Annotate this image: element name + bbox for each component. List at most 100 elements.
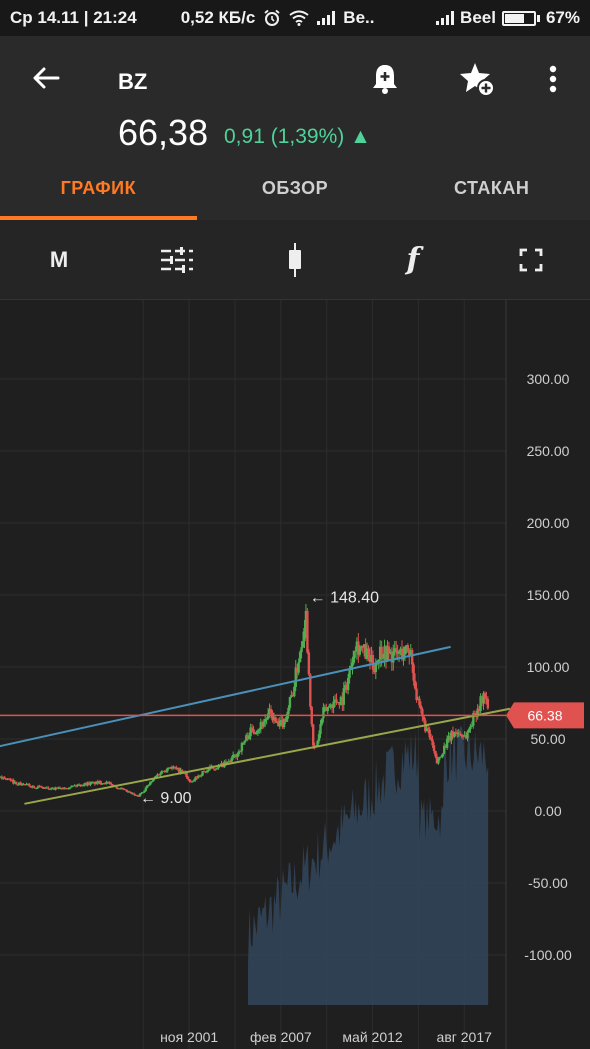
candle-body bbox=[441, 753, 444, 757]
min-price-label: ← 9.00 bbox=[140, 790, 192, 807]
status-carrier-1: Be.. bbox=[343, 8, 375, 27]
candle-body bbox=[358, 648, 361, 655]
candle-body bbox=[440, 756, 443, 758]
status-net-speed: 0,52 КБ/с bbox=[180, 8, 256, 27]
candle-body bbox=[255, 732, 258, 735]
candle-body bbox=[121, 788, 124, 790]
candle-body bbox=[215, 768, 219, 770]
status-time: 21:24 bbox=[93, 8, 137, 27]
candle-body bbox=[445, 738, 449, 748]
candle-body bbox=[173, 766, 177, 768]
status-right: Beel 67% bbox=[436, 8, 580, 28]
candle-body bbox=[300, 647, 303, 653]
candle-body bbox=[431, 739, 434, 746]
candle-body bbox=[320, 718, 324, 725]
candle-body bbox=[205, 770, 209, 773]
chart-type-button[interactable] bbox=[236, 220, 354, 299]
candle-body bbox=[185, 772, 188, 778]
candle-body bbox=[243, 740, 247, 743]
candle-body bbox=[418, 698, 421, 706]
candle-body bbox=[269, 709, 273, 713]
candle-body bbox=[262, 722, 265, 727]
add-favorite-star-icon[interactable] bbox=[458, 60, 496, 98]
candle-body bbox=[256, 730, 260, 733]
candle-body bbox=[236, 753, 239, 758]
back-arrow-icon[interactable] bbox=[28, 60, 64, 96]
candle-body bbox=[293, 686, 296, 697]
candle-body bbox=[274, 716, 277, 722]
candle-body bbox=[266, 713, 270, 719]
candle-body bbox=[15, 781, 18, 785]
candle-body bbox=[422, 716, 426, 721]
candle-body bbox=[429, 737, 433, 740]
status-left: Ср 14.11 | 21:24 bbox=[10, 8, 137, 27]
y-tick-label: -50.00 bbox=[528, 875, 568, 891]
indicators-button[interactable]: f bbox=[354, 220, 472, 299]
battery-icon bbox=[501, 10, 540, 26]
volume-area bbox=[248, 725, 489, 1005]
interval-button[interactable]: M bbox=[0, 220, 118, 299]
tab-overview[interactable]: ОБЗОР bbox=[197, 168, 394, 220]
candle-body bbox=[275, 721, 279, 724]
candle-body bbox=[434, 750, 437, 757]
status-date: Ср 14.11 bbox=[10, 8, 79, 27]
candle-body bbox=[132, 793, 136, 795]
candle-body bbox=[306, 610, 309, 653]
candle-body bbox=[188, 779, 191, 782]
status-battery-percent: 67% bbox=[545, 8, 580, 27]
candle-body bbox=[301, 641, 305, 648]
candle-body bbox=[35, 787, 38, 789]
candle-body bbox=[426, 728, 430, 730]
candle-body bbox=[130, 792, 133, 794]
candle-body bbox=[332, 701, 335, 709]
x-tick-label: фев 2007 bbox=[250, 1029, 312, 1045]
sliders-icon bbox=[161, 246, 193, 273]
candle-body bbox=[3, 777, 6, 779]
interval-label: M bbox=[49, 246, 69, 272]
candle-body bbox=[247, 736, 251, 740]
candle-body bbox=[230, 757, 233, 762]
candle-body bbox=[461, 736, 465, 738]
candle-body bbox=[192, 780, 196, 782]
candle-body bbox=[342, 688, 345, 705]
x-tick-label: ноя 2001 bbox=[160, 1029, 218, 1045]
x-tick-label: авг 2017 bbox=[437, 1029, 493, 1045]
candle-body bbox=[432, 745, 436, 751]
tab-bar: ГРАФИК ОБЗОР СТАКАН bbox=[0, 168, 590, 220]
tab-order-book[interactable]: СТАКАН bbox=[393, 168, 590, 220]
status-mid: 0,52 КБ/с Be.. bbox=[181, 8, 375, 28]
candle-body bbox=[287, 707, 290, 715]
candle-body bbox=[459, 733, 462, 735]
tab-chart[interactable]: ГРАФИК bbox=[0, 168, 197, 220]
candle-body bbox=[380, 646, 383, 659]
candle-body bbox=[437, 758, 440, 764]
max-price-label: ← 148.40 bbox=[310, 589, 379, 606]
candle-body bbox=[258, 729, 261, 731]
candle-body bbox=[252, 729, 255, 733]
candle-body bbox=[135, 794, 139, 796]
candle-body bbox=[159, 773, 162, 776]
candle-body bbox=[150, 781, 153, 783]
ticker-symbol: BZ bbox=[118, 69, 148, 94]
chart-settings-button[interactable] bbox=[118, 220, 236, 299]
price-chart[interactable]: 300.00 250.00 200.00 150.00 100.00 50.00 0.00 -… bbox=[0, 300, 590, 1049]
candle-body bbox=[288, 697, 292, 708]
fullscreen-button[interactable] bbox=[472, 220, 590, 299]
candle-body bbox=[303, 628, 306, 642]
resistance-trendline bbox=[0, 645, 451, 748]
add-alert-bell-icon[interactable] bbox=[366, 60, 404, 98]
candle-body bbox=[186, 777, 190, 780]
y-tick-label: -100.00 bbox=[524, 947, 572, 963]
candle-body bbox=[28, 784, 31, 787]
candle-body bbox=[381, 657, 385, 659]
candle-body bbox=[319, 724, 322, 735]
y-tick-label: 50.00 bbox=[530, 731, 565, 747]
candle-body bbox=[309, 674, 312, 707]
candle-body bbox=[82, 785, 85, 787]
candle-body bbox=[109, 782, 113, 785]
more-options-icon[interactable] bbox=[535, 60, 571, 98]
chart-canvas[interactable]: 300.00 250.00 200.00 150.00 100.00 50.00 0.00 -… bbox=[0, 300, 590, 1049]
x-tick-label: май 2012 bbox=[342, 1029, 402, 1045]
candle-body bbox=[403, 646, 407, 655]
candle-body bbox=[406, 645, 410, 653]
